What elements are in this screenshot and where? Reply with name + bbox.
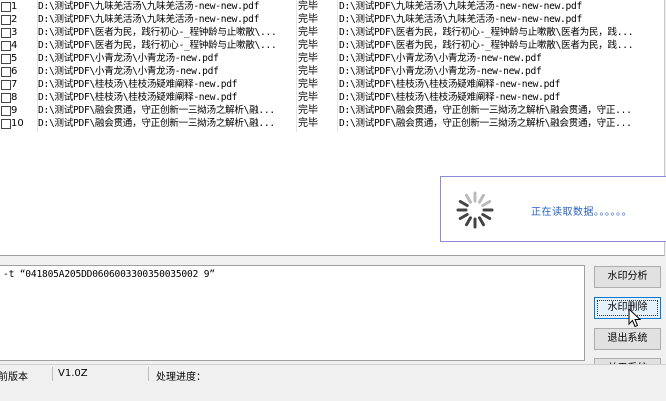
status-cell: 完毕	[298, 92, 318, 103]
source-path: D:\测试PDF\九味羌活汤\九味羌活汤-new-new.pdf	[38, 1, 260, 12]
version-label: 当前版本	[0, 372, 28, 383]
row-number: 3	[11, 27, 18, 38]
spinner-segment	[478, 193, 485, 204]
source-path: D:\测试PDF\融会贯通，守正创新一三拗汤之解析\融...	[38, 118, 275, 129]
spinner-segment	[465, 216, 472, 227]
table-row[interactable]: 4 D:\测试PDF\医者为民，践行初心-_程钟龄与止嗽散\... 完毕 D:\测试P…	[0, 39, 664, 52]
output-path: D:\测试PDF\九味羌活汤\九味羌活汤-new-new-new.pdf	[339, 1, 582, 12]
status-cell: 完毕	[298, 1, 318, 12]
status-cell: 完毕	[298, 118, 318, 129]
spinner-segment	[478, 216, 485, 227]
source-path: D:\测试PDF\九味羌活汤\九味羌活汤-new-new.pdf	[38, 14, 260, 25]
row-checkbox[interactable]	[1, 80, 11, 90]
spinner-segment	[481, 200, 492, 207]
loading-dialog: 正在读取数据。。。。。。	[440, 176, 666, 242]
output-path: D:\测试PDF\九味羌活汤\九味羌活汤-new-new-new.pdf	[339, 14, 582, 25]
row-checkbox[interactable]	[1, 15, 11, 25]
status-cell: 完毕	[298, 27, 318, 38]
table-row[interactable]: 8 D:\测试PDF\桂枝汤\桂枝汤疑难阐释-new.pdf 完毕 D:\测试PDF\…	[0, 91, 664, 104]
row-number: 4	[11, 40, 18, 51]
output-path: D:\测试PDF\桂枝汤\桂枝汤疑难阐释-new-new.pdf	[339, 92, 561, 103]
row-number: 7	[11, 79, 18, 90]
spinner-icon	[456, 191, 494, 229]
source-path: D:\测试PDF\桂枝汤\桂枝汤疑难阐释-new.pdf	[38, 79, 238, 90]
row-checkbox[interactable]	[1, 41, 11, 51]
source-path: D:\测试PDF\融会贯通，守正创新一三拗汤之解析\融...	[38, 105, 275, 116]
row-number: 10	[11, 118, 24, 129]
status-cell: 完毕	[298, 79, 318, 90]
output-path: D:\测试PDF\医者为民，践行初心-_程钟龄与止嗽散\医者为民，践...	[339, 27, 634, 38]
spinner-segment	[458, 213, 469, 220]
status-cell: 完毕	[298, 105, 318, 116]
source-path: D:\测试PDF\小青龙汤\小青龙汤-new.pdf	[38, 53, 219, 64]
status-separator	[52, 367, 53, 381]
spinner-segment	[481, 213, 492, 220]
row-number: 2	[11, 14, 18, 25]
table-row[interactable]: 5 D:\测试PDF\小青龙汤\小青龙汤-new.pdf 完毕 D:\测试PDF\小青…	[0, 52, 664, 65]
row-number: 1	[11, 1, 18, 12]
output-path: D:\测试PDF\医者为民，践行初心-_程钟龄与止嗽散\医者为民，践...	[339, 40, 634, 51]
row-number: 5	[11, 53, 18, 64]
exit-system-button[interactable]: 退出系统	[594, 328, 661, 350]
source-path: D:\测试PDF\医者为民，践行初心-_程钟龄与止嗽散\...	[38, 27, 277, 38]
table-row[interactable]: 3 D:\测试PDF\医者为民，践行初心-_程钟龄与止嗽散\... 完毕 D:\测试P…	[0, 26, 664, 39]
log-line: -t “041805A205DD0606003300350035002 9”	[3, 269, 215, 280]
row-checkbox[interactable]	[1, 54, 11, 64]
row-checkbox[interactable]	[1, 106, 11, 116]
source-path: D:\测试PDF\小青龙汤\小青龙汤-new.pdf	[38, 66, 219, 77]
row-number: 9	[11, 105, 18, 116]
version-value: V1.0Z	[58, 368, 88, 379]
mouse-cursor-icon	[628, 308, 642, 328]
row-checkbox[interactable]	[1, 93, 11, 103]
output-path: D:\测试PDF\小青龙汤\小青龙汤-new-new.pdf	[339, 66, 542, 77]
source-path: D:\测试PDF\医者为民，践行初心-_程钟龄与止嗽散\...	[38, 40, 277, 51]
table-row[interactable]: 6 D:\测试PDF\小青龙汤\小青龙汤-new.pdf 完毕 D:\测试PDF\小青…	[0, 65, 664, 78]
table-row[interactable]: 10 D:\测试PDF\融会贯通，守正创新一三拗汤之解析\融... 完毕 D:\测试P…	[0, 117, 664, 130]
table-row[interactable]: 9 D:\测试PDF\融会贯通，守正创新一三拗汤之解析\融... 完毕 D:\测试PD…	[0, 104, 664, 117]
spinner-segment	[458, 200, 469, 207]
spinner-segment	[465, 193, 472, 204]
output-path: D:\测试PDF\融会贯通，守正创新一三拗汤之解析\融会贯通，守正...	[339, 118, 632, 129]
progress-label: 处理进度：	[156, 372, 206, 383]
table-row[interactable]: 2 D:\测试PDF\九味羌活汤\九味羌活汤-new-new.pdf 完毕 D:\测试…	[0, 13, 664, 26]
row-checkbox[interactable]	[1, 28, 11, 38]
watermark-analyze-button[interactable]: 水印分析	[594, 266, 661, 288]
output-path: D:\测试PDF\桂枝汤\桂枝汤疑难阐释-new-new.pdf	[339, 79, 561, 90]
table-row[interactable]: 1 D:\测试PDF\九味羌活汤\九味羌活汤-new-new.pdf 完毕 D:\测试…	[0, 0, 664, 13]
row-number: 6	[11, 66, 18, 77]
row-checkbox[interactable]	[1, 119, 11, 129]
output-path: D:\测试PDF\融会贯通，守正创新一三拗汤之解析\融会贯通，守正...	[339, 105, 632, 116]
status-cell: 完毕	[298, 40, 318, 51]
row-checkbox[interactable]	[1, 67, 11, 77]
source-path: D:\测试PDF\桂枝汤\桂枝汤疑难阐释-new.pdf	[38, 92, 238, 103]
output-path: D:\测试PDF\小青龙汤\小青龙汤-new-new.pdf	[339, 53, 542, 64]
status-cell: 完毕	[298, 53, 318, 64]
loading-text: 正在读取数据。。。。。。	[531, 207, 632, 218]
row-checkbox[interactable]	[1, 2, 11, 12]
status-cell: 完毕	[298, 14, 318, 25]
table-row[interactable]: 7 D:\测试PDF\桂枝汤\桂枝汤疑难阐释-new.pdf 完毕 D:\测试PDF\…	[0, 78, 664, 91]
status-cell: 完毕	[298, 66, 318, 77]
row-number: 8	[11, 92, 18, 103]
status-bar: 当前版本 V1.0Z 处理进度：	[0, 364, 666, 401]
log-output[interactable]: -t “041805A205DD0606003300350035002 9”	[0, 265, 585, 361]
status-separator	[148, 367, 149, 381]
